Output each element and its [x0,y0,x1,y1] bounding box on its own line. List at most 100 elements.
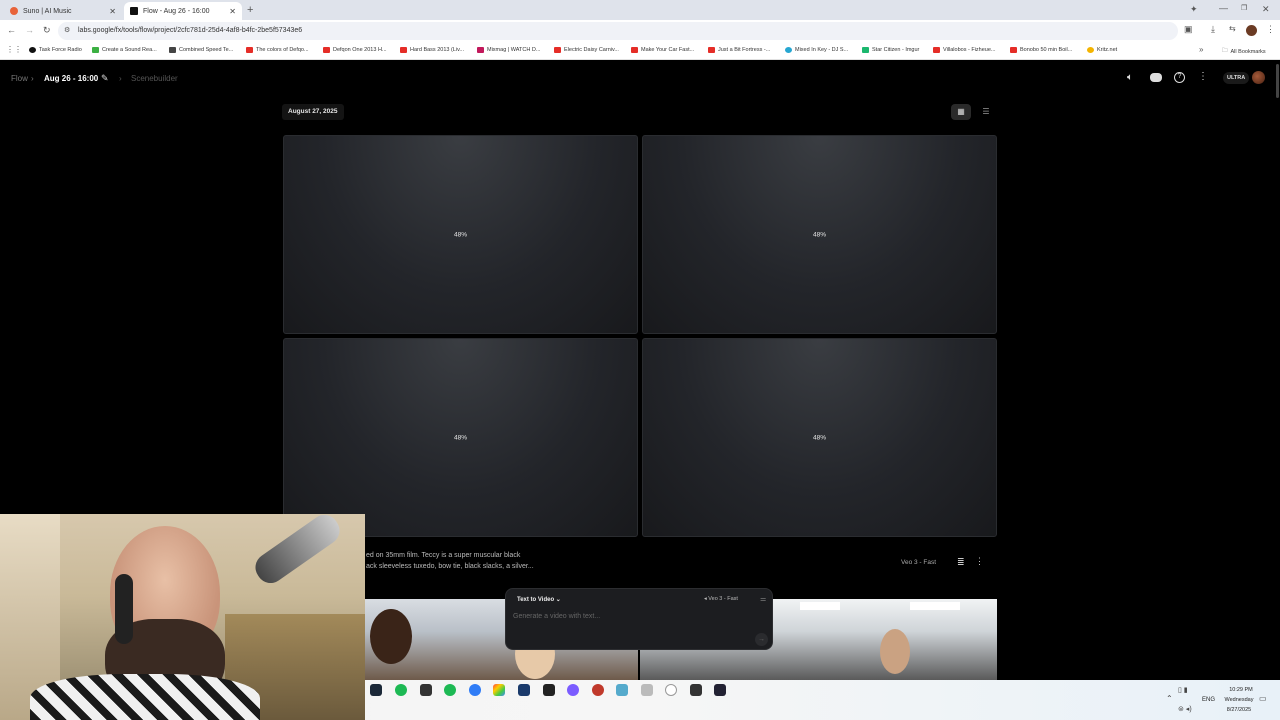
bookmark-item[interactable]: Create a Sound Rea... [92,47,157,53]
send-arrow-icon[interactable]: → [755,633,768,646]
ceiling-light [800,602,840,610]
chevron-right-icon: › [119,74,122,83]
bookmark-item[interactable]: Villalobos - Fizheue... [933,47,995,53]
spotify-icon[interactable] [395,684,407,696]
bookmark-item[interactable]: Electric Daisy Carniv... [554,47,619,53]
back-icon[interactable]: ← [7,25,16,35]
app-icon[interactable] [690,684,702,696]
sidepanel-icon[interactable]: ▣ [1184,24,1193,35]
bookmark-item[interactable]: Kritz.net [1087,47,1117,53]
discord-icon[interactable] [1150,73,1162,82]
project-title[interactable]: Aug 26 - 16:00 [44,74,98,83]
profile-avatar[interactable] [1246,25,1257,36]
close-tab-icon[interactable]: ✕ [229,7,236,16]
mode-select[interactable]: Text to Video ⌄ [517,596,561,603]
app-icon[interactable] [714,684,726,696]
bookmark-item[interactable]: Mixed In Key - DJ S... [785,47,848,53]
video-tile[interactable]: 48% [642,135,997,334]
bookmark-item[interactable]: Mixmag | WATCH D... [477,47,540,53]
clock-time[interactable]: 10:29 PM [1220,687,1262,693]
video-tile[interactable]: 48% [283,135,638,334]
reload-icon[interactable]: ↻ [43,25,51,36]
imgur-icon [862,47,869,53]
headphone-earcup [115,574,133,644]
bookmark-item[interactable]: Star Citizen - Imgur [862,47,919,53]
user-avatar[interactable] [1252,71,1265,84]
bookmarks-bar: ⋮⋮ Task Force Radio Create a Sound Rea..… [0,42,1280,60]
person-figure [370,609,412,664]
notification-icon[interactable]: ▭ [1259,694,1267,703]
video-tile[interactable]: 48% [642,338,997,537]
reuse-prompt-icon[interactable]: ≣ [957,557,965,568]
composer-panel: Text to Video ⌄ ◂ Veo 3 - Fast ⚌ Generat… [505,588,773,650]
prompt-input[interactable]: Generate a video with text... [513,613,600,620]
site-info-icon[interactable]: ⚙ [64,22,70,40]
tab-flow[interactable]: Flow - Aug 26 - 16:00 ✕ [124,2,242,20]
progress-label: 48% [453,231,467,238]
new-tab-icon[interactable]: + [247,4,253,16]
help-icon[interactable]: ? [1174,72,1185,83]
app-icon[interactable] [543,684,555,696]
bookmark-favicon-icon [785,47,792,53]
bookmark-item[interactable]: Task Force Radio [29,47,82,53]
tray-icons[interactable]: ▯ ▮ [1178,686,1188,694]
bookmark-item[interactable]: Bonobo 50 min Boil... [1010,47,1072,53]
bookmark-item[interactable]: Just a Bit Fortress -... [708,47,770,53]
more-options-icon[interactable]: ⋮ [975,556,984,567]
address-bar[interactable]: ⚙ labs.google/fx/tools/flow/project/2cfc… [58,22,1178,40]
close-tab-icon[interactable]: ✕ [109,7,116,16]
bookmark-item[interactable]: Defqon One 2013 H... [323,47,387,53]
scenebuilder-link[interactable]: Scenebuilder [131,74,178,83]
breadcrumb-flow[interactable]: Flow [11,74,28,83]
progress-label: 48% [453,434,467,441]
download-icon[interactable]: ⤓ [1211,24,1215,35]
ceiling-light [910,602,960,610]
window-close-icon[interactable]: ✕ [1262,4,1270,15]
more-bookmarks-icon[interactable]: » [1199,45,1203,54]
prompt-text-line: ed on 35mm film. Teccy is a super muscul… [366,552,521,559]
tray-chevron-icon[interactable]: ⌃ [1166,694,1173,703]
video-tile[interactable]: 48% [283,338,638,537]
maximize-icon[interactable]: ❐ [1241,4,1247,12]
app-icon[interactable] [567,684,579,696]
webcam-overlay [0,514,365,720]
clock-date[interactable]: 8/27/2025 [1214,707,1264,713]
bookmark-item[interactable]: Make Your Car Fast... [631,47,694,53]
network-volume-icons[interactable]: ⊜ ◂) [1178,705,1192,713]
more-vert-icon[interactable]: ⋮ [1198,71,1208,82]
app-icon[interactable] [518,684,530,696]
microphone [249,514,346,589]
grid-view-icon[interactable]: ▦ [951,104,971,120]
app-icon[interactable] [641,684,653,696]
edit-pencil-icon[interactable]: ✎ [101,73,109,84]
list-view-icon[interactable]: ☰ [976,104,996,120]
tab-suno[interactable]: Suno | AI Music ✕ [4,2,122,20]
app-icon[interactable] [420,684,432,696]
gemini-icon[interactable]: ✦ [1190,4,1198,15]
volume-icon[interactable]: 🔈︎ [1127,72,1133,83]
chrome-menu-icon[interactable]: ⋮ [1266,24,1275,35]
bookmark-item[interactable]: Combined Speed Te... [169,47,233,53]
youtube-icon [1010,47,1017,53]
edge-icon[interactable] [444,684,456,696]
page-scrollbar[interactable] [1276,64,1279,98]
app-icon[interactable] [592,684,604,696]
model-select[interactable]: ◂ Veo 3 - Fast [704,596,738,602]
url-text: labs.google/fx/tools/flow/project/2cfc78… [78,27,303,34]
app-icon[interactable] [469,684,481,696]
bookmark-item[interactable]: The colors of Defqo... [246,47,309,53]
chrome-taskbar-icon[interactable] [665,684,677,696]
bookmark-item[interactable]: Hard Bass 2013 (Liv... [400,47,464,53]
forward-icon[interactable]: → [25,25,34,35]
app-icon[interactable] [616,684,628,696]
steam-icon[interactable] [370,684,382,696]
minimize-icon[interactable]: — [1219,3,1228,13]
all-bookmarks-folder[interactable]: 🗀 All Bookmarks [1222,47,1266,56]
apps-grid-icon[interactable]: ⋮⋮ [6,45,22,54]
tab-strip: Suno | AI Music ✕ Flow - Aug 26 - 16:00 … [0,0,1280,20]
app-icon[interactable] [493,684,505,696]
settings-sliders-icon[interactable]: ⚌ [760,595,766,603]
translate-icon[interactable]: ⇆ [1229,24,1236,33]
clock-day[interactable]: Wednesday [1214,697,1264,703]
folder-icon: 🗀 [1222,48,1228,54]
